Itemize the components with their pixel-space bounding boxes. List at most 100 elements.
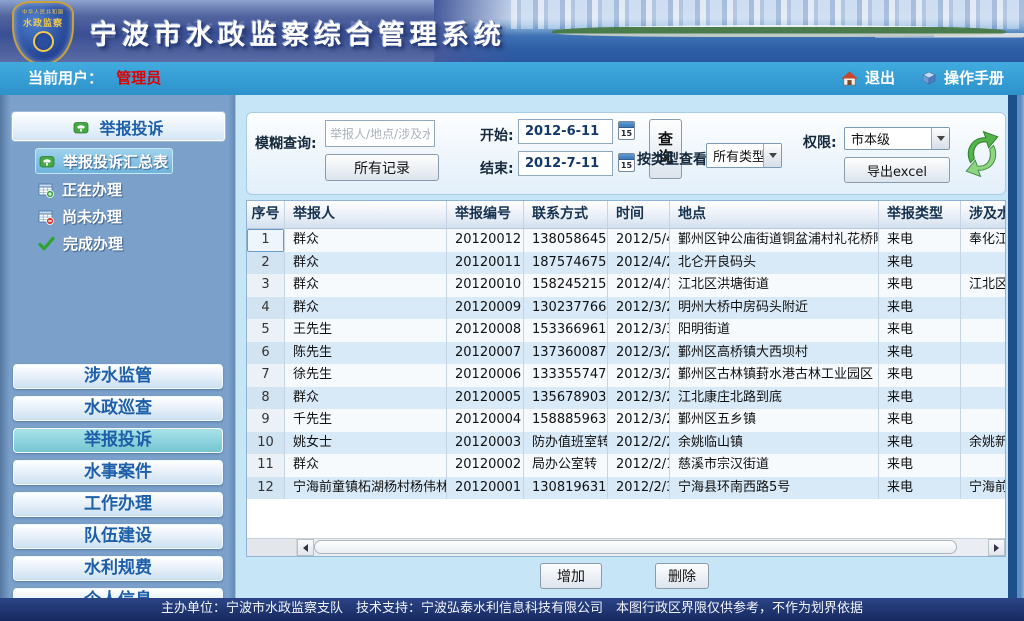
scroll-left-button[interactable] bbox=[297, 539, 314, 556]
sidebar-item-label: 完成办理 bbox=[63, 233, 123, 254]
home-icon[interactable] bbox=[841, 71, 858, 86]
column-header[interactable]: 举报编号 bbox=[447, 201, 524, 228]
page-title-reflection: 宁波市水政监察综合管理系统 bbox=[90, 17, 506, 46]
header-city-photo bbox=[434, 0, 1024, 62]
table-cell: 18757467537 bbox=[524, 252, 608, 275]
table-row[interactable]: 12宁海前童镇柘湖杨村杨伟林20120001130819631762012/2/… bbox=[247, 477, 1006, 500]
logout-link[interactable]: 退出 bbox=[865, 62, 895, 94]
sidebar-nav-item[interactable]: 队伍建设 bbox=[13, 524, 223, 549]
type-filter-select[interactable]: 所有类型 bbox=[706, 143, 782, 168]
column-header[interactable]: 地点 bbox=[670, 201, 879, 228]
sidebar-item-pending[interactable]: 尚未办理 bbox=[0, 203, 236, 230]
refresh-icon[interactable] bbox=[961, 128, 1003, 180]
table-row[interactable]: 8群众20120005135678903902012/3/26江北康庄北路到底来… bbox=[247, 387, 1006, 410]
manual-link[interactable]: 操作手册 bbox=[944, 62, 1004, 94]
user-bar-actions: 退出 操作手册 bbox=[841, 62, 1010, 94]
table-cell: 13081963176 bbox=[524, 477, 608, 500]
sidebar-item-in-progress[interactable]: 正在办理 bbox=[0, 176, 236, 203]
table-row[interactable]: 10姚女士20120003防办值班室转2012/2/23余姚临山镇来电余姚新奄 bbox=[247, 432, 1006, 455]
permission-select[interactable]: 市本级 bbox=[844, 127, 950, 150]
all-records-button[interactable]: 所有记录 bbox=[325, 154, 439, 181]
manual-icon[interactable] bbox=[921, 70, 937, 86]
column-header[interactable]: 序号 bbox=[247, 201, 285, 228]
permission-label: 权限: bbox=[803, 132, 837, 152]
table-row[interactable]: 5王先生20120008153366961212012/3/31阳明街道来电 bbox=[247, 319, 1006, 342]
table-cell bbox=[961, 387, 1006, 410]
table-cell: 20120001 bbox=[447, 477, 524, 500]
table-cell bbox=[961, 297, 1006, 320]
table-cell: 姚女士 bbox=[285, 432, 447, 455]
table-cell: 20120012 bbox=[447, 229, 524, 252]
column-header[interactable]: 联系方式 bbox=[524, 201, 608, 228]
table-cell: 20120002 bbox=[447, 454, 524, 477]
table-row[interactable]: 11群众20120002局办公室转2012/2/10慈溪市宗汉街道来电 bbox=[247, 454, 1006, 477]
column-header[interactable]: 时间 bbox=[608, 201, 670, 228]
sidebar-nav-item[interactable]: 涉水监管 bbox=[13, 364, 223, 389]
sidebar-nav-item[interactable]: 水政巡查 bbox=[13, 396, 223, 421]
table-cell: 20120007 bbox=[447, 342, 524, 365]
current-user-label: 当前用户： bbox=[28, 69, 103, 87]
table-cell: 鄞州区古林镇葑水港古林工业园区 bbox=[670, 364, 879, 387]
end-date-input[interactable] bbox=[518, 151, 613, 176]
horizontal-scrollbar[interactable] bbox=[247, 538, 1005, 556]
delete-button[interactable]: 删除 bbox=[655, 563, 709, 589]
table-cell: 群众 bbox=[285, 454, 447, 477]
calendar-icon[interactable]: 15 bbox=[618, 153, 635, 172]
sidebar-section-header[interactable]: 举报投诉 bbox=[12, 112, 225, 141]
user-bar: 当前用户： 管理员 退出 操作手册 bbox=[0, 62, 1024, 96]
add-button[interactable]: 增加 bbox=[540, 563, 602, 589]
column-header[interactable]: 涉及水域 bbox=[961, 201, 1006, 228]
scrollbar-track[interactable] bbox=[957, 539, 988, 556]
sidebar-item-report-summary[interactable]: 举报投诉汇总表 bbox=[35, 148, 173, 174]
table-row[interactable]: 7徐先生20120006133355747782012/3/29鄞州区古林镇葑水… bbox=[247, 364, 1006, 387]
table-cell: 9 bbox=[247, 409, 285, 432]
table-cell: 2012/3/29 bbox=[608, 297, 670, 320]
table-cell: 13023776649 bbox=[524, 297, 608, 320]
sidebar-nav-item[interactable]: 举报投诉 bbox=[13, 428, 223, 453]
table-cell: 来电 bbox=[879, 477, 961, 500]
table-cell: 20120003 bbox=[447, 432, 524, 455]
table-cell: 来电 bbox=[879, 297, 961, 320]
sidebar-nav-item[interactable]: 水利规费 bbox=[13, 556, 223, 581]
table-cell: 2012/2/23 bbox=[608, 432, 670, 455]
table-cell bbox=[961, 454, 1006, 477]
window-right-frame bbox=[1008, 95, 1024, 598]
calendar-icon[interactable]: 15 bbox=[618, 121, 635, 140]
table-cell: 江北区洪塘街道 bbox=[670, 274, 879, 297]
table-cell: 江北康庄北路到底 bbox=[670, 387, 879, 410]
table-row[interactable]: 4群众20120009130237766492012/3/29明州大桥中房码头附… bbox=[247, 297, 1006, 320]
start-date-input[interactable] bbox=[518, 119, 613, 144]
fuzzy-search-input[interactable] bbox=[325, 120, 435, 147]
table-cell: 1 bbox=[247, 229, 285, 252]
table-cell: 20120004 bbox=[447, 409, 524, 432]
table-row[interactable]: 9千先生20120004158885963252012/3/23鄞州区五乡镇来电 bbox=[247, 409, 1006, 432]
table-cell: 来电 bbox=[879, 229, 961, 252]
type-filter-label: 按类型查看: bbox=[637, 149, 713, 169]
column-header[interactable]: 举报人 bbox=[285, 201, 447, 228]
export-excel-button[interactable]: 导出excel bbox=[844, 157, 950, 183]
table-row[interactable]: 6陈先生20120007137360087292012/3/29鄞州区高桥镇大西… bbox=[247, 342, 1006, 365]
sidebar-nav-item[interactable]: 水事案件 bbox=[13, 460, 223, 485]
table-cell: 江北区宅 bbox=[961, 274, 1006, 297]
column-header[interactable]: 举报类型 bbox=[879, 201, 961, 228]
table-cell: 15336696121 bbox=[524, 319, 608, 342]
sidebar-item-completed[interactable]: 完成办理 bbox=[0, 230, 236, 257]
sidebar-nav-item[interactable]: 工作办理 bbox=[13, 492, 223, 517]
scroll-right-button[interactable] bbox=[988, 539, 1005, 556]
table-cell: 2012/3/31 bbox=[608, 319, 670, 342]
arrow-left-icon bbox=[303, 544, 308, 552]
table-cell: 慈溪市宗汉街道 bbox=[670, 454, 879, 477]
calendar-day-number: 15 bbox=[619, 160, 634, 171]
table-cell: 局办公室转 bbox=[524, 454, 608, 477]
scrollbar-thumb[interactable] bbox=[314, 540, 957, 554]
table-cell: 6 bbox=[247, 342, 285, 365]
table-cell: 2012/5/4 bbox=[608, 229, 670, 252]
table-cell: 千先生 bbox=[285, 409, 447, 432]
table-cell: 来电 bbox=[879, 454, 961, 477]
table-row[interactable]: 3群众20120010158245215972012/4/17江北区洪塘街道来电… bbox=[247, 274, 1006, 297]
table-cell: 来电 bbox=[879, 342, 961, 365]
table-cell: 2012/3/29 bbox=[608, 342, 670, 365]
table-row[interactable]: 2群众20120011187574675372012/4/23北仑开良码头来电 bbox=[247, 252, 1006, 275]
report-table-panel: 序号举报人举报编号联系方式时间地点举报类型涉及水域 1群众20120012138… bbox=[246, 200, 1006, 557]
table-row[interactable]: 1群众20120012138058645282012/5/4鄞州区钟公庙街道铜盆… bbox=[247, 229, 1006, 252]
